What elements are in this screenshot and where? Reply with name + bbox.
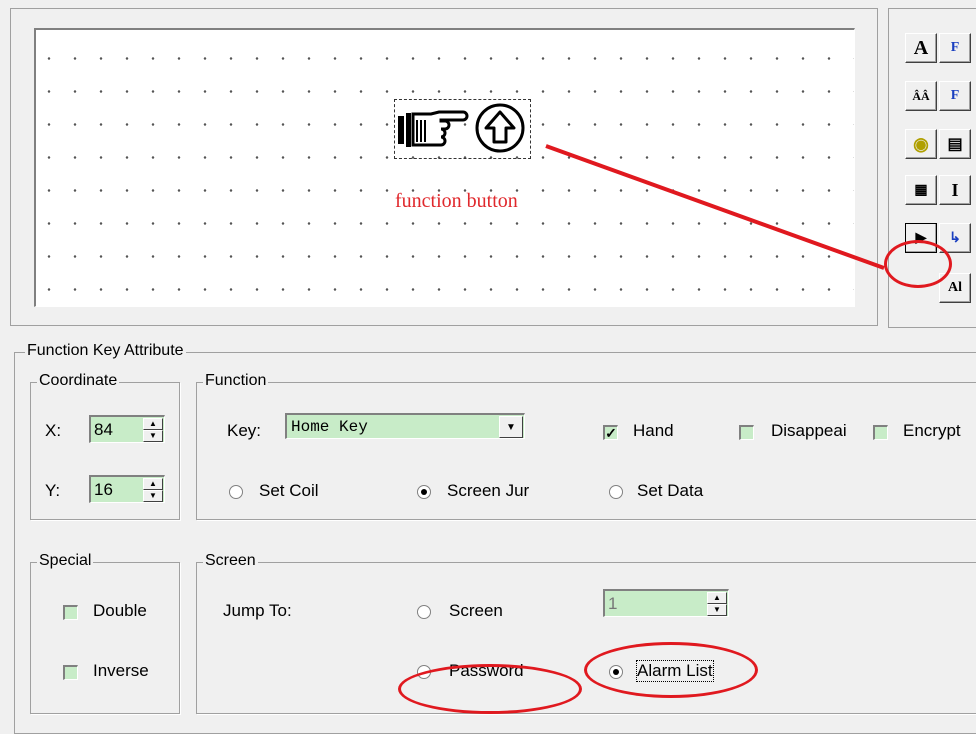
set-data-label: Set Data	[637, 481, 704, 500]
y-label: Y:	[45, 481, 61, 500]
y-spinner-arrows[interactable]: ▲ ▼	[143, 478, 163, 502]
screen-jump-radio[interactable]	[417, 485, 431, 499]
set-coil-radio[interactable]	[229, 485, 243, 499]
x-value: 84	[94, 420, 113, 439]
down-arrow-icon[interactable]: ▼	[143, 490, 163, 502]
bar-tool-icon[interactable]: I	[939, 175, 971, 205]
up-arrow-icon[interactable]: ▲	[707, 592, 727, 604]
screen-jump-label: Screen Jur	[447, 481, 530, 500]
function-title: Function	[203, 372, 269, 390]
screen-number-value: 1	[608, 594, 618, 613]
screen-number-spinner[interactable]: 1 ▲ ▼	[603, 589, 729, 617]
down-arrow-icon[interactable]: ▼	[143, 430, 163, 442]
up-arrow-icon[interactable]: ▲	[143, 418, 163, 430]
qr-code-tool-icon[interactable]: ▤	[939, 129, 971, 159]
special-group: Special Double Inverse	[30, 552, 180, 714]
coordinate-title: Coordinate	[37, 372, 120, 390]
key-label: Key:	[227, 421, 262, 440]
hand-checkbox[interactable]: ✓	[603, 425, 618, 440]
chevron-down-icon[interactable]: ▼	[499, 416, 523, 438]
annotation-screen-jump-ellipse	[398, 664, 582, 714]
up-arrow-icon[interactable]: ▲	[143, 478, 163, 490]
function-text-2-tool-icon[interactable]: F	[939, 81, 971, 111]
screen-spinner-arrows[interactable]: ▲ ▼	[707, 592, 727, 616]
annotation-alarm-list-ellipse	[584, 642, 758, 698]
function-group: Function Key: Home Key ▼ ✓ Hand Disappea…	[196, 372, 976, 520]
inverse-label: Inverse	[93, 661, 149, 680]
special-title: Special	[37, 552, 94, 570]
y-value: 16	[94, 480, 113, 499]
set-coil-label: Set Coil	[259, 481, 319, 500]
jump-to-label: Jump To:	[223, 601, 292, 620]
annotation-toolbox-ellipse	[884, 240, 952, 288]
x-spinner[interactable]: 84 ▲ ▼	[89, 415, 165, 443]
up-arrow-circle-icon	[475, 103, 525, 153]
key-select[interactable]: Home Key ▼	[285, 413, 525, 439]
lamp-tool-icon[interactable]: ◉	[905, 129, 937, 159]
screen-label: Screen	[449, 601, 503, 620]
x-label: X:	[45, 421, 62, 440]
disappear-checkbox[interactable]	[739, 425, 754, 440]
dynamic-text-tool-icon[interactable]: ÂÂ	[905, 81, 937, 111]
function-button-label: function button	[395, 190, 518, 212]
pointing-hand-icon	[398, 110, 469, 147]
coordinate-group: Coordinate X: 84 ▲ ▼ Y: 16 ▲ ▼	[30, 372, 180, 520]
function-key-attribute-title: Function Key Attribute	[25, 342, 186, 360]
screen-radio[interactable]	[417, 605, 431, 619]
y-spinner[interactable]: 16 ▲ ▼	[89, 475, 165, 503]
design-canvas[interactable]	[34, 28, 855, 307]
screen-title: Screen	[203, 552, 258, 570]
encrypt-checkbox[interactable]	[873, 425, 888, 440]
set-data-radio[interactable]	[609, 485, 623, 499]
disappear-label: Disappeai	[771, 421, 847, 440]
screen-group: Screen Jump To: Screen 1 ▲ ▼ Password Ala…	[196, 552, 976, 714]
double-label: Double	[93, 601, 147, 620]
function-text-tool-icon[interactable]: F	[939, 33, 971, 63]
key-value: Home Key	[291, 418, 368, 436]
down-arrow-icon[interactable]: ▼	[707, 604, 727, 616]
text-tool-icon[interactable]: A	[905, 33, 937, 63]
double-checkbox[interactable]	[63, 605, 78, 620]
hand-label: Hand	[633, 421, 674, 440]
encrypt-label: Encrypt	[903, 421, 961, 440]
x-spinner-arrows[interactable]: ▲ ▼	[143, 418, 163, 442]
keypad-tool-icon[interactable]: ▦	[905, 175, 937, 205]
inverse-checkbox[interactable]	[63, 665, 78, 680]
